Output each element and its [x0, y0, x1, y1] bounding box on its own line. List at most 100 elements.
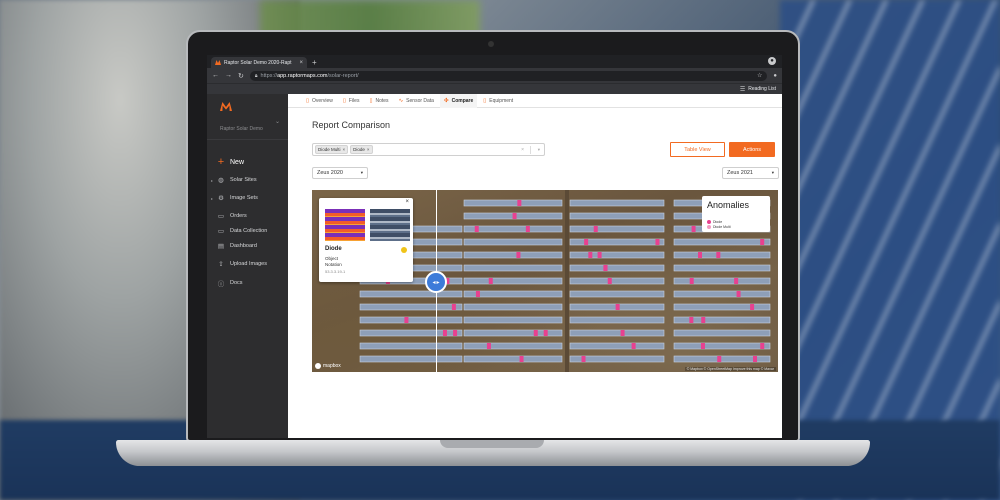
anomaly-marker[interactable]	[486, 343, 491, 349]
anomaly-marker[interactable]	[717, 356, 722, 362]
raptor-logo-icon[interactable]	[220, 102, 232, 111]
tab-sensor-data[interactable]: ∿ Sensor Data	[395, 94, 438, 108]
tab-overview[interactable]: ▯ Overview	[302, 94, 337, 108]
caret-down-icon: ▾	[771, 170, 774, 175]
close-icon[interactable]: ×	[405, 199, 409, 205]
back-arrow-icon[interactable]: ←	[212, 72, 219, 79]
comparison-map[interactable]: ◂ ▸ × Diode Object Notation 53.3.3.19-1 A…	[312, 190, 778, 372]
anomaly-marker[interactable]	[404, 317, 409, 323]
anomaly-marker[interactable]	[760, 239, 765, 245]
remove-chip-icon[interactable]: ×	[343, 147, 346, 152]
anomaly-marker[interactable]	[597, 252, 602, 258]
browser-tab-title: Raptor Solar Demo 2020-Rapt	[224, 59, 292, 66]
reload-icon[interactable]: ↻	[238, 72, 244, 80]
reading-list-link[interactable]: Reading List	[748, 86, 776, 92]
tab-files[interactable]: ▯ Files	[339, 94, 364, 108]
anomaly-marker[interactable]	[631, 343, 636, 349]
new-tab-button[interactable]: +	[312, 57, 317, 68]
remove-chip-icon[interactable]: ×	[367, 147, 370, 152]
anomaly-marker[interactable]	[442, 330, 447, 336]
browser-tab[interactable]: Raptor Solar Demo 2020-Rapt ×	[211, 57, 307, 68]
tab-equipment[interactable]: ▯ Equipment	[479, 94, 517, 108]
panel-row	[569, 277, 665, 285]
anomaly-marker[interactable]	[543, 330, 548, 336]
anomaly-marker[interactable]	[488, 278, 493, 284]
anomaly-marker[interactable]	[736, 291, 741, 297]
bookmark-star-icon[interactable]: ☆	[757, 72, 762, 79]
anomaly-marker[interactable]	[512, 213, 517, 219]
anomaly-marker[interactable]	[620, 330, 625, 336]
panel-row	[673, 316, 771, 324]
anomaly-marker[interactable]	[689, 317, 694, 323]
mapbox-logo[interactable]: mapbox	[315, 363, 341, 369]
anomaly-marker[interactable]	[453, 330, 458, 336]
anomaly-marker[interactable]	[517, 200, 522, 206]
filter-chip[interactable]: Diode Multi ×	[315, 145, 349, 154]
left-report-select[interactable]: Zeus 2020 ▾	[312, 167, 368, 179]
thermal-image[interactable]	[325, 209, 365, 241]
anomaly-marker[interactable]	[753, 356, 758, 362]
tab-compare[interactable]: ✣ Compare	[439, 93, 478, 108]
sidebar-item-data-collection[interactable]: ▭ Data Collection	[217, 227, 267, 235]
profile-icon[interactable]: ●	[773, 73, 777, 79]
anomaly-marker[interactable]	[603, 265, 608, 271]
lock-icon: 🔒︎	[254, 72, 258, 79]
anomaly-marker[interactable]	[655, 239, 660, 245]
table-view-button[interactable]: Table View	[670, 142, 725, 157]
map-attribution[interactable]: © Mapbox © OpenStreetMap Improve this ma…	[684, 367, 776, 371]
panel-row	[463, 342, 563, 350]
filter-chip[interactable]: Diode ×	[350, 145, 373, 154]
anomaly-marker[interactable]	[750, 304, 755, 310]
sidebar-item-new[interactable]: + New	[217, 156, 244, 168]
forward-arrow-icon[interactable]: →	[225, 72, 232, 79]
address-bar[interactable]: 🔒︎ https://app.raptormaps.com/solar-repo…	[249, 70, 768, 81]
anomaly-marker[interactable]	[607, 278, 612, 284]
chevron-down-icon[interactable]: ⌄	[275, 118, 280, 125]
sidebar-item-dashboard[interactable]: ▤ Dashboard	[217, 242, 257, 250]
anomaly-marker[interactable]	[615, 304, 620, 310]
anomaly-marker[interactable]	[734, 278, 739, 284]
rgb-image[interactable]	[370, 209, 410, 241]
sidebar-item-solar-sites[interactable]: ▸ ◍ Solar Sites	[211, 176, 257, 184]
sidebar-item-upload-images[interactable]: ⇪ Upload Images	[217, 260, 267, 268]
swipe-handle[interactable]: ◂ ▸	[425, 271, 447, 293]
anomaly-marker[interactable]	[716, 252, 721, 258]
clear-icon[interactable]: ×	[521, 147, 524, 153]
chevron-down-icon[interactable]: ▾	[538, 147, 540, 153]
document-icon: ▯	[369, 97, 373, 104]
anomaly-marker[interactable]	[698, 252, 703, 258]
anomaly-marker[interactable]	[593, 226, 598, 232]
right-report-select[interactable]: Zeus 2021 ▾	[722, 167, 779, 179]
anomaly-marker[interactable]	[588, 252, 593, 258]
anomaly-marker[interactable]	[760, 343, 765, 349]
sidebar-item-orders[interactable]: ▭ Orders	[217, 212, 247, 220]
panel-row	[569, 251, 665, 259]
anomaly-marker[interactable]	[519, 356, 524, 362]
anomaly-marker[interactable]	[525, 226, 530, 232]
panel-row	[359, 342, 463, 350]
anomaly-marker[interactable]	[584, 239, 589, 245]
panel-row	[673, 277, 771, 285]
actions-button[interactable]: Actions	[729, 142, 775, 157]
popup-title: Diode	[325, 246, 342, 252]
anomaly-marker[interactable]	[474, 226, 479, 232]
anomaly-marker[interactable]	[689, 278, 694, 284]
window-control-icon[interactable]: ●	[768, 57, 776, 65]
anomaly-marker[interactable]	[451, 304, 456, 310]
site-name[interactable]: Raptor Solar Demo	[220, 126, 263, 132]
anomaly-marker[interactable]	[700, 343, 705, 349]
anomaly-marker[interactable]	[516, 252, 521, 258]
anomaly-marker[interactable]	[533, 330, 538, 336]
mapbox-text: mapbox	[323, 363, 341, 369]
anomaly-marker[interactable]	[581, 356, 586, 362]
anomaly-filter-input[interactable]: Diode Multi × Diode × × ▾	[312, 143, 545, 156]
anomaly-marker[interactable]	[475, 291, 480, 297]
panel-row	[359, 316, 463, 324]
close-tab-icon[interactable]: ×	[299, 60, 303, 66]
sidebar-item-docs[interactable]: ⓘ Docs	[217, 278, 243, 288]
sidebar-item-image-sets[interactable]: ▸ ⚙ Image Sets	[211, 194, 258, 202]
tab-label: Sensor Data	[406, 97, 434, 104]
tab-notes[interactable]: ▯ Notes	[365, 94, 392, 108]
anomaly-marker[interactable]	[701, 317, 706, 323]
anomaly-marker[interactable]	[691, 226, 696, 232]
